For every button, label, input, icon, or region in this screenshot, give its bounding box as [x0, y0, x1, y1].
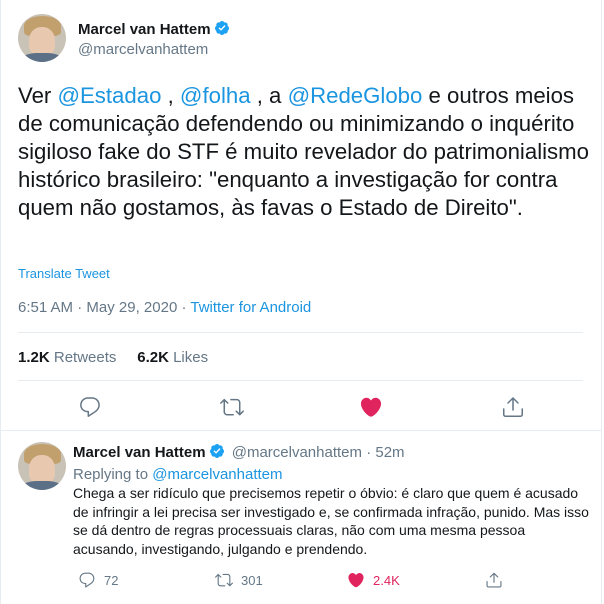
- replying-to-handle[interactable]: @marcelvanhattem: [152, 466, 282, 483]
- tweet-time[interactable]: 6:51 AM: [18, 299, 73, 316]
- tweet-source[interactable]: Twitter for Android: [190, 299, 311, 316]
- reply-author-avatar[interactable]: [18, 442, 66, 490]
- like-icon-filled[interactable]: [359, 395, 383, 419]
- reply-text: Chega a ser ridículo que precisemos repe…: [73, 485, 589, 557]
- reply-icon: [79, 572, 95, 588]
- reply-retweet-button[interactable]: 301: [215, 571, 263, 589]
- share-icon[interactable]: [501, 395, 525, 419]
- tweet-text-segment: Ver: [18, 83, 58, 108]
- reply-age[interactable]: 52m: [375, 444, 404, 461]
- tweet-meta: 6:51 AM · May 29, 2020 · Twitter for And…: [18, 299, 311, 316]
- reply-author-handle[interactable]: @marcelvanhattem: [232, 444, 362, 461]
- author-name[interactable]: Marcel van Hattem: [78, 20, 230, 38]
- share-icon: [486, 572, 502, 588]
- divider: [18, 332, 583, 333]
- divider: [18, 380, 583, 381]
- verified-badge-icon: [214, 21, 229, 35]
- retweet-icon[interactable]: [220, 395, 244, 419]
- mention-link[interactable]: @Estadao: [57, 83, 161, 108]
- tweet-stats: 1.2K Retweets 6.2K Likes: [18, 349, 208, 366]
- reply-author-name[interactable]: Marcel van Hattem: [73, 444, 206, 461]
- retweets-stat[interactable]: 1.2K Retweets: [18, 349, 116, 366]
- tweet-text: Ver @Estadao , @folha , a @RedeGlobo e o…: [18, 82, 598, 222]
- author-avatar[interactable]: [18, 14, 66, 62]
- translate-tweet-link[interactable]: Translate Tweet: [18, 266, 110, 281]
- reply-like-button[interactable]: 2.4K: [347, 571, 400, 589]
- tweet-thread: Marcel van Hattem @marcelvanhattem Ver @…: [0, 0, 602, 604]
- meta-dot: ·: [77, 299, 83, 316]
- reply-author-header: Marcel van Hattem @marcelvanhattem · 52m: [73, 443, 405, 461]
- verified-badge-icon: [209, 444, 224, 458]
- mention-link[interactable]: @folha: [180, 83, 251, 108]
- mention-link[interactable]: @RedeGlobo: [288, 83, 423, 108]
- reply-share-button[interactable]: [485, 571, 511, 589]
- replying-to: Replying to @marcelvanhattem: [73, 466, 283, 483]
- retweet-count: 301: [241, 572, 263, 588]
- like-icon-filled: [348, 573, 364, 588]
- tweet-text-segment: ,: [161, 83, 180, 108]
- divider: [1, 430, 601, 431]
- meta-dot: ·: [181, 299, 187, 316]
- tweet-text-segment: , a: [250, 83, 288, 108]
- likes-stat[interactable]: 6.2K Likes: [137, 349, 208, 366]
- reply-icon[interactable]: [78, 395, 102, 419]
- author-handle[interactable]: @marcelvanhattem: [78, 41, 208, 58]
- meta-dot: ·: [366, 444, 372, 461]
- tweet-date[interactable]: May 29, 2020: [86, 299, 177, 316]
- like-count: 2.4K: [373, 572, 400, 588]
- reply-reply-button[interactable]: 72: [78, 571, 118, 589]
- retweet-icon: [215, 573, 233, 587]
- reply-count: 72: [104, 572, 119, 588]
